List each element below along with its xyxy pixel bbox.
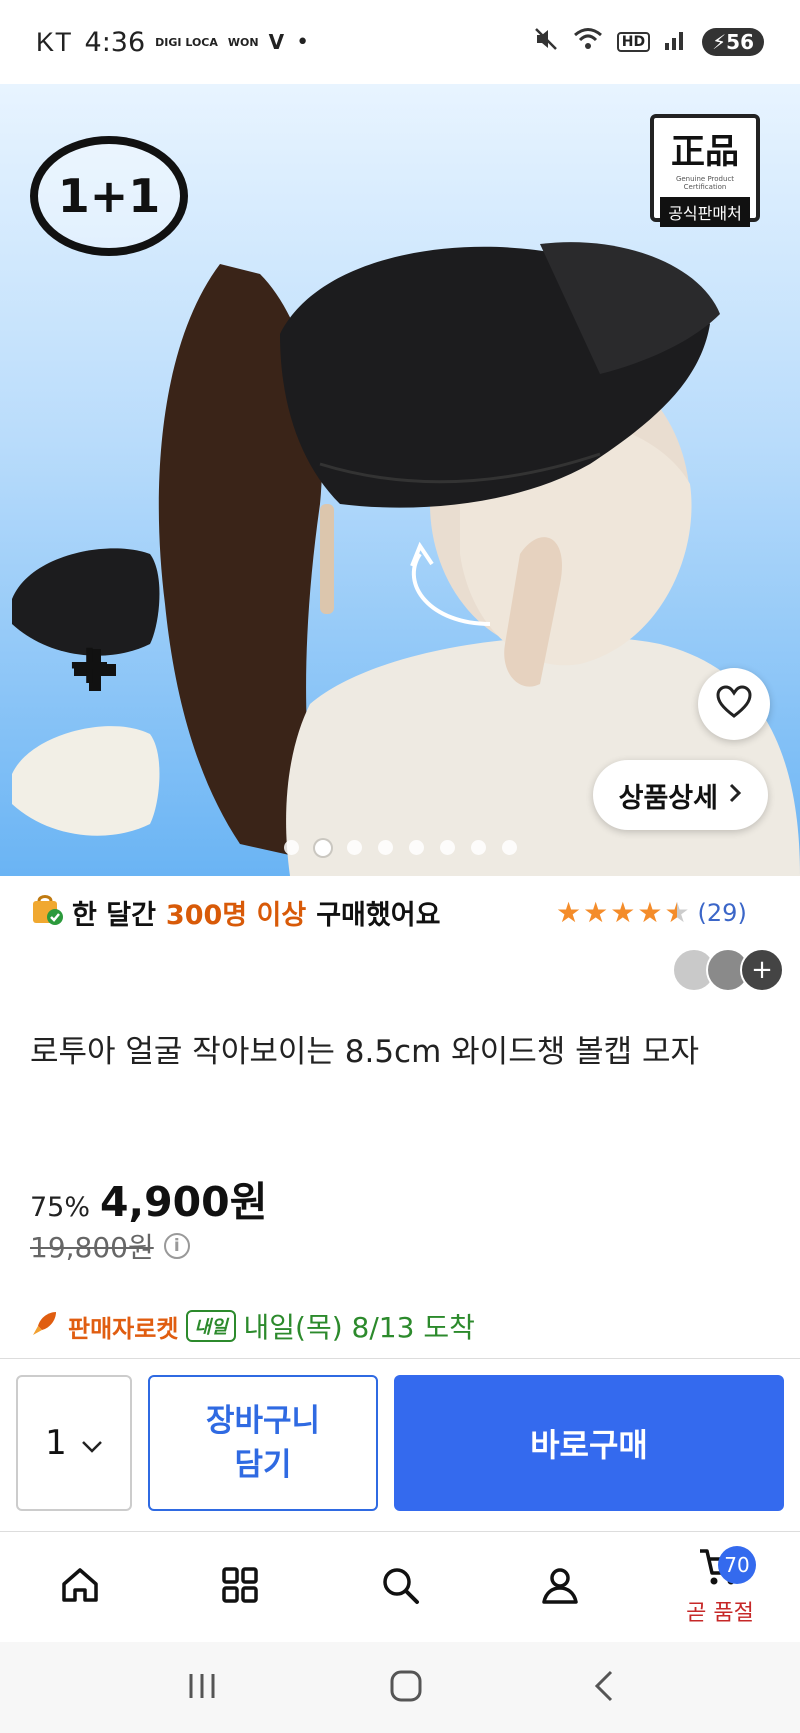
digi-loca-indicator: DIGI LOCA <box>155 35 218 49</box>
info-icon[interactable]: i <box>163 1233 190 1259</box>
cart-count-badge: 70 <box>718 1546 756 1584</box>
carousel-dot[interactable] <box>439 840 455 855</box>
star-icon: ★ <box>556 896 582 929</box>
carousel-dot[interactable] <box>346 840 362 855</box>
nav-categories[interactable] <box>160 1532 320 1642</box>
cart-soldout-label: 곧 품절 <box>686 1601 754 1626</box>
one-plus-one-badge: 1+1 <box>30 136 188 256</box>
mute-icon <box>533 26 559 58</box>
star-icon: ★ <box>583 896 609 929</box>
heart-icon <box>716 685 752 723</box>
signal-icon <box>664 27 688 57</box>
original-price: 19,800원 <box>30 1231 154 1264</box>
bottom-navigation: 70 곧 품절 <box>0 1532 800 1642</box>
genuine-badge-caption: 공식판매처 <box>660 197 750 227</box>
product-title: 로투아 얼굴 작아보이는 8.5cm 와이드챙 볼캡 모자 <box>30 1034 700 1070</box>
grid-icon <box>220 1565 260 1609</box>
recent-apps-icon[interactable] <box>185 1671 219 1705</box>
rating-stars[interactable]: ★ ★ ★ ★ ★ (29) <box>556 896 747 929</box>
more-reviews-icon[interactable]: + <box>740 948 784 992</box>
carrier-label: KT <box>36 26 73 57</box>
delivery-tag: 내일 <box>186 1310 236 1342</box>
search-icon <box>379 1564 421 1610</box>
genuine-product-badge: 正品 Genuine Product Certification 공식판매처 <box>650 114 760 227</box>
chevron-right-icon <box>728 780 742 811</box>
hd-badge: HD <box>616 32 651 52</box>
notification-dot-icon: • <box>296 29 310 55</box>
product-image-carousel[interactable]: 1+1 正品 Genuine Product Certification 공식판… <box>0 84 800 876</box>
quantity-select[interactable]: 1 <box>16 1375 132 1511</box>
delivery-date: 내일(목) 8/13 도착 <box>243 1311 475 1344</box>
status-bar: KT 4:36 DIGI LOCA WON V • HD ⚡56 <box>0 0 800 84</box>
half-star-icon: ★ <box>664 896 690 929</box>
nav-cart[interactable]: 70 곧 품절 <box>640 1532 800 1642</box>
purchase-action-bar: 1 장바구니 담기 바로구매 <box>0 1358 800 1532</box>
battery-indicator: ⚡56 <box>702 28 764 56</box>
discount-rate: 75% <box>30 1192 91 1223</box>
genuine-badge-small: Genuine Product Certification <box>675 175 735 191</box>
genuine-badge-title: 正品 <box>671 132 739 172</box>
quantity-value: 1 <box>45 1423 67 1463</box>
purchase-suffix: 구매했어요 <box>316 900 441 931</box>
delivery-info: 판매자로켓 내일 내일(목) 8/13 도착 <box>30 1306 475 1346</box>
carousel-dot[interactable] <box>470 840 486 855</box>
nav-home[interactable] <box>0 1532 160 1642</box>
carousel-dot[interactable] <box>377 840 393 855</box>
buy-now-button[interactable]: 바로구매 <box>394 1375 784 1511</box>
v-indicator: V <box>268 29 285 54</box>
battery-level: 56 <box>726 30 754 54</box>
home-icon <box>59 1564 101 1610</box>
home-button-icon[interactable] <box>389 1669 423 1707</box>
star-icon: ★ <box>610 896 636 929</box>
product-detail-button[interactable]: 상품상세 <box>592 760 768 830</box>
add-to-cart-button[interactable]: 장바구니 담기 <box>148 1375 378 1511</box>
clock: 4:36 <box>84 26 146 58</box>
seller-rocket-label: 판매자로켓 <box>68 1314 179 1343</box>
add-to-cart-label-2: 담기 <box>234 1447 292 1483</box>
rocket-icon <box>30 1308 60 1345</box>
back-icon[interactable] <box>593 1669 615 1707</box>
sale-price: 4,900원 <box>100 1178 268 1226</box>
carousel-dot[interactable] <box>408 840 424 855</box>
star-icon: ★ <box>637 896 663 929</box>
carousel-dot[interactable] <box>314 840 331 856</box>
carousel-indicator <box>0 840 800 856</box>
purchase-prefix: 한 달간 <box>72 900 156 931</box>
purchase-count-info: 한 달간 300명 이상 구매했어요 <box>30 892 440 933</box>
nav-my-account[interactable] <box>480 1532 640 1642</box>
won-indicator: WON <box>227 35 259 49</box>
review-count[interactable]: (29) <box>698 899 747 927</box>
wifi-icon <box>573 26 603 58</box>
system-navigation-bar <box>0 1642 800 1733</box>
review-photo-thumbnails[interactable]: + <box>672 948 784 992</box>
plus-sign: + <box>66 632 113 697</box>
nav-search[interactable] <box>320 1532 480 1642</box>
shopping-bag-icon <box>30 892 64 933</box>
carousel-dot[interactable] <box>501 840 517 855</box>
chevron-down-icon <box>81 1423 103 1463</box>
product-detail-label: 상품상세 <box>618 782 718 814</box>
carousel-dot[interactable] <box>283 840 299 855</box>
price-row: 75% 4,900원 <box>30 1168 267 1228</box>
wishlist-button[interactable] <box>698 668 770 740</box>
original-price-row: 19,800원 i <box>30 1226 190 1266</box>
user-icon <box>539 1564 581 1610</box>
add-to-cart-label-1: 장바구니 <box>205 1403 321 1439</box>
purchase-highlight: 300명 이상 <box>165 900 307 931</box>
